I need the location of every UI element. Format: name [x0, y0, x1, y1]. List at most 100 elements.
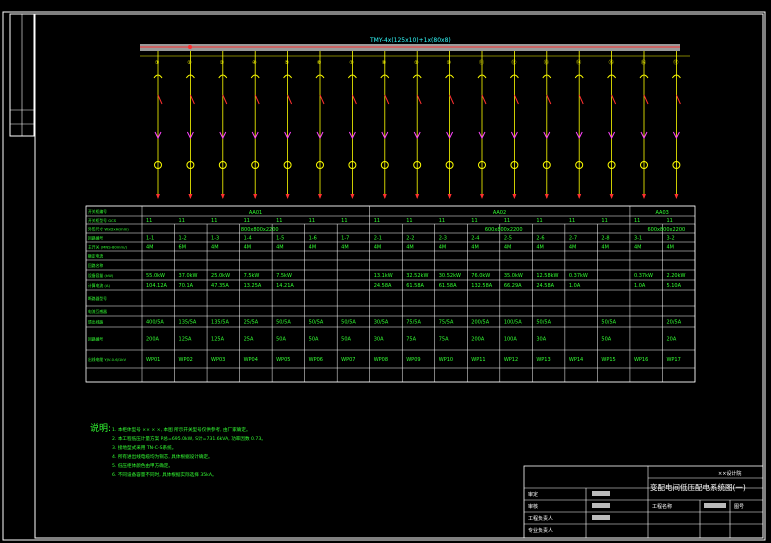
circuit-number: ⑤ [285, 60, 289, 66]
cell-capacity: 13.1kW [374, 273, 393, 279]
cell-loop: 2-8 [601, 236, 609, 242]
cell-current: 24.58A [374, 283, 392, 289]
title-block: ××设计院 变配电间低压配电系统图(一) 审定 审核 工程负责人 专业负责人 工… [523, 465, 764, 539]
cell-switch: 4M [406, 245, 414, 251]
outgoing-arrow [544, 194, 549, 199]
cell-capacity: 0.37kW [569, 273, 588, 279]
circuit-2: ② [185, 51, 195, 199]
breaker-contact [157, 94, 163, 105]
cell-switch: 4M [211, 245, 219, 251]
outgoing-arrow [253, 194, 258, 199]
cell-current: 104.12A [146, 283, 167, 289]
drawing-title: 变配电间低压配电系统图(一) [650, 482, 746, 492]
cell-loop: 1-6 [309, 236, 317, 242]
cell-loop: 2-7 [569, 236, 577, 242]
circuit-3: ③ [218, 51, 228, 199]
cell-feeder: WP15 [601, 357, 615, 363]
cell-switch: 4M [439, 245, 447, 251]
cell-current: 14.21A [276, 283, 294, 289]
outgoing-arrow [285, 194, 290, 199]
cell-current: 1.0A [569, 283, 581, 289]
breaker-contact [222, 94, 228, 105]
project-label: 工程名称 [652, 503, 672, 510]
note-line-1: 1. 本柜体型号 ×× × ×, 本图 所示开关型号仅供参考, 由厂家确定。 [112, 426, 251, 433]
cell-feeder: WP07 [341, 357, 355, 363]
cell-feeder: WP02 [179, 357, 193, 363]
cell-current: 66.29A [504, 283, 522, 289]
circuit-11: ⑪ [477, 51, 487, 199]
cell-type: 11 [601, 218, 607, 224]
cell-type: 11 [374, 218, 380, 224]
notes: 说明: 1. 本柜体型号 ×× × ×, 本图 所示开关型号仅供参考, 由厂家确… [90, 422, 266, 478]
panel-name: AA01 [249, 210, 262, 216]
cell-type: 11 [634, 218, 640, 224]
cell-loop: 2-1 [374, 236, 382, 242]
cell-switch: 4M [276, 245, 284, 251]
cell-feeder: WP01 [146, 357, 160, 363]
circuit-8: ⑧ [380, 51, 390, 199]
panel-size: 800x800x2200 [241, 227, 279, 233]
outgoing-arrow [512, 194, 517, 199]
cell-breaker: 75/5A [406, 320, 421, 326]
breaker-contact [416, 94, 422, 105]
cell-ct: 50A [601, 337, 611, 343]
cell-capacity: 12.58kW [536, 273, 558, 279]
circuit-number: ⑭ [576, 59, 581, 66]
cell-loop: 1-7 [341, 236, 349, 242]
breaker-contact [546, 94, 552, 105]
cell-breaker: 135/5A [179, 320, 197, 326]
cell-feeder: WP14 [569, 357, 583, 363]
outgoing-arrow [447, 194, 452, 199]
circuit-number: ⑥ [317, 60, 322, 66]
panel-size: 600x800x2200 [647, 227, 685, 233]
outgoing-arrow [480, 194, 484, 199]
cell-capacity: 55.0kW [146, 273, 165, 279]
circuit-9: ⑨ [412, 51, 422, 199]
cell-switch: 4M [146, 245, 154, 251]
cell-switch: 4M [341, 245, 349, 251]
cell-current: 5.10A [666, 283, 681, 289]
panel-name: AA02 [493, 210, 506, 216]
distribution-table: AA01 800x800x2200 AA02 600x800x2200 AA03 600x… [85, 205, 696, 383]
circuit-number: ⑪ [479, 59, 484, 66]
cell-capacity: 7.5kW [276, 273, 292, 279]
cell-capacity: 35.0kW [504, 273, 523, 279]
cell-switch: 4M [244, 245, 252, 251]
row-label: 回路编号 [88, 236, 103, 241]
cell-switch: 4M [536, 245, 544, 251]
cell-capacity: 37.0kW [179, 273, 198, 279]
cell-current: 61.58A [406, 283, 424, 289]
circuit-number: ④ [252, 60, 257, 66]
note-line-5: 5. 低压柜体颜色由甲方确定。 [112, 462, 173, 469]
row-label: 开关柜型号 GCS [88, 218, 117, 223]
breaker-contact [513, 94, 519, 105]
notes-title: 说明: [90, 422, 111, 434]
cell-ct: 125A [211, 337, 225, 343]
cell-ct: 30A [536, 337, 546, 343]
cell-loop: 1-1 [146, 236, 154, 242]
cell-type: 11 [244, 218, 250, 224]
role-3: 工程负责人 [528, 515, 553, 522]
cell-ct: 50A [309, 337, 319, 343]
cell-capacity: 76.0kW [471, 273, 490, 279]
cell-breaker: 25/5A [244, 320, 259, 326]
cell-capacity: 2.20kW [666, 273, 685, 279]
cell-breaker: 50/5A [536, 320, 551, 326]
cell-type: 11 [569, 218, 575, 224]
cell-feeder: WP08 [374, 357, 388, 363]
cell-current: 13.25A [244, 283, 262, 289]
role-1: 审定 [528, 491, 538, 498]
sheet-label: 图号 [734, 504, 744, 510]
note-line-3: 3. 接地型式采用 TN-C-S系统。 [112, 444, 176, 451]
circuit-number: ⑫ [511, 59, 516, 66]
circuit-17: ⑰ [671, 51, 681, 199]
cell-type: 11 [309, 218, 315, 224]
cell-feeder: WP04 [244, 357, 258, 363]
breaker-contact [611, 94, 617, 105]
cell-ct: 200A [146, 337, 160, 343]
cell-type: 11 [406, 218, 412, 224]
outgoing-arrow [577, 194, 582, 199]
breaker-contact [319, 94, 325, 105]
role-4: 专业负责人 [528, 527, 553, 534]
cell-type: 11 [179, 218, 185, 224]
